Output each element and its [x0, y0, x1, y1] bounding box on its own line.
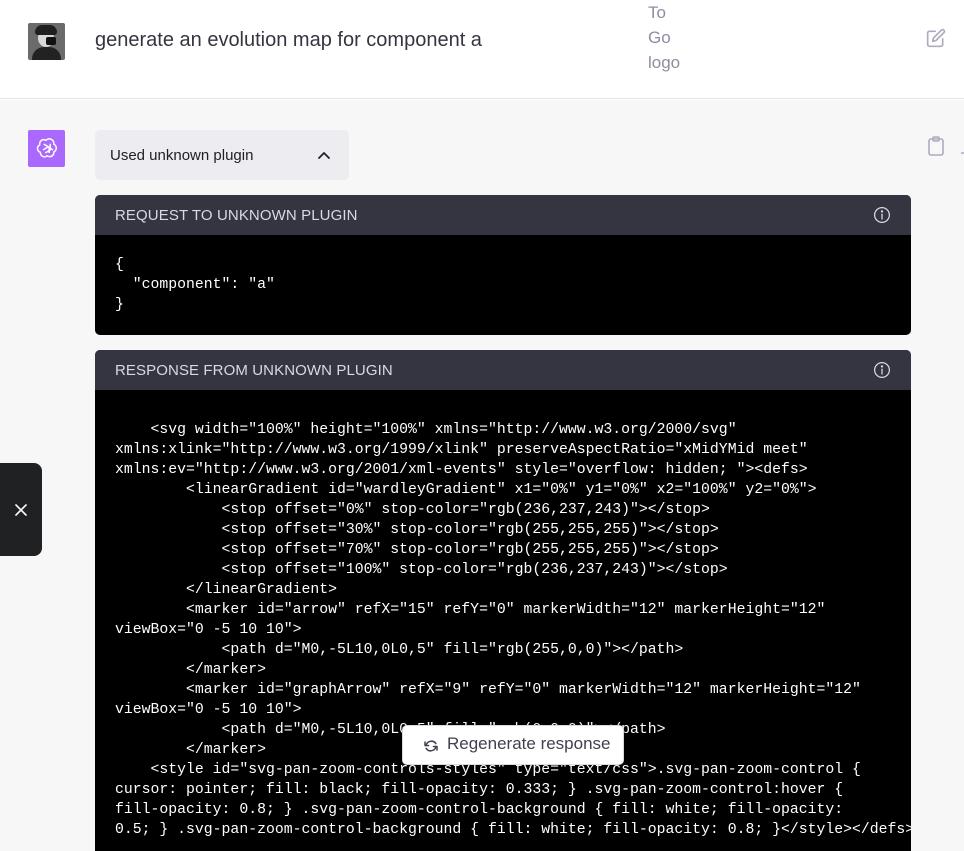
user-message-row: generate an evolution map for component … — [0, 0, 964, 99]
response-code-block: <svg width="100%" height="100%" xmlns="h… — [115, 422, 911, 838]
plugin-response-panel: RESPONSE FROM UNKNOWN PLUGIN <svg width=… — [95, 350, 911, 851]
plugin-toggle-label: Used unknown plugin — [110, 146, 254, 164]
request-code-block: { "component": "a" } — [115, 257, 275, 313]
broken-logo-alt-text: To Go logo — [648, 3, 681, 72]
sidebar-close-button[interactable] — [0, 463, 42, 556]
clipboard-icon[interactable] — [927, 136, 945, 156]
refresh-icon — [424, 740, 438, 752]
plugin-request-panel: REQUEST TO UNKNOWN PLUGIN { "component":… — [95, 195, 911, 335]
regenerate-response-button[interactable]: Regenerate response — [402, 725, 624, 765]
regenerate-label: Regenerate response — [447, 734, 611, 753]
edit-icon[interactable] — [926, 28, 946, 48]
request-panel-header: REQUEST TO UNKNOWN PLUGIN — [95, 195, 911, 235]
request-panel-title: REQUEST TO UNKNOWN PLUGIN — [115, 206, 358, 224]
info-icon[interactable] — [873, 361, 891, 379]
used-plugin-toggle[interactable]: Used unknown plugin — [95, 130, 349, 180]
close-icon — [15, 503, 27, 516]
user-message-text: generate an evolution map for component … — [95, 29, 482, 51]
chevron-up-icon — [318, 152, 330, 159]
info-icon[interactable] — [873, 206, 891, 224]
chatgpt-logo-icon — [28, 130, 65, 167]
thumb-icon[interactable] — [958, 140, 964, 154]
response-panel-header: RESPONSE FROM UNKNOWN PLUGIN — [95, 350, 911, 390]
chat-page: generate an evolution map for component … — [0, 0, 964, 851]
response-panel-title: RESPONSE FROM UNKNOWN PLUGIN — [115, 361, 393, 379]
user-avatar — [28, 23, 65, 60]
